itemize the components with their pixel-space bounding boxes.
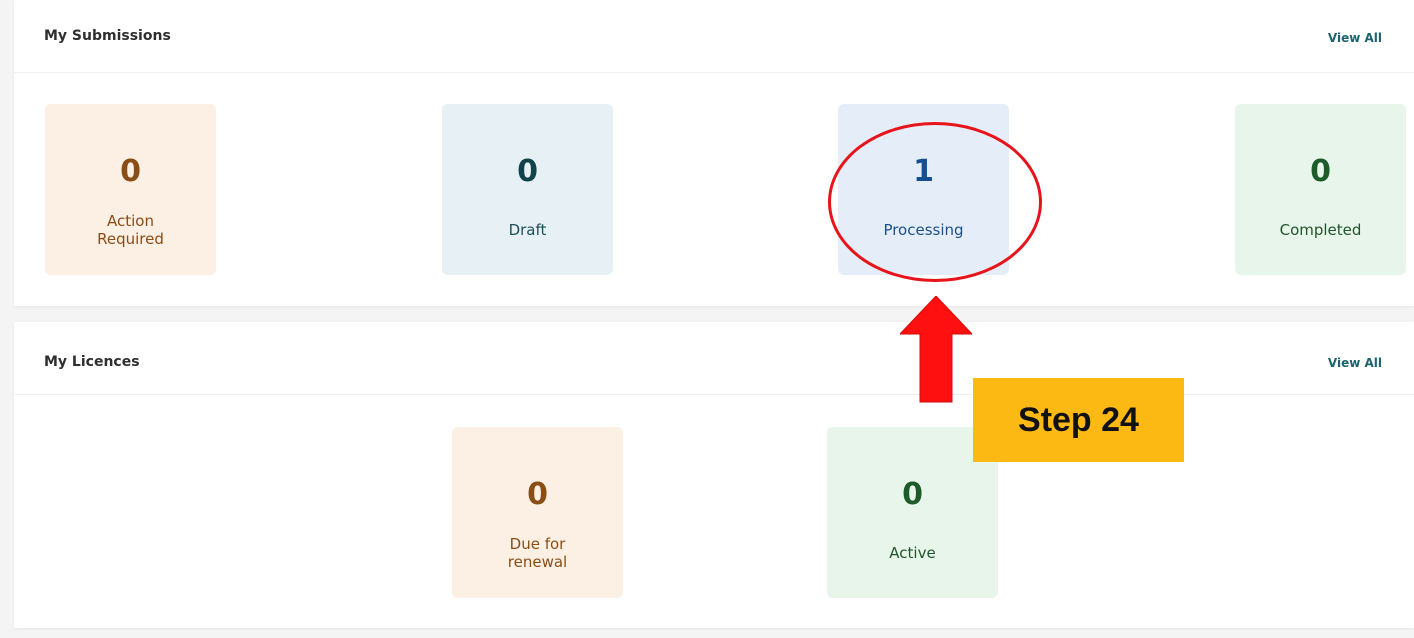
active-label: Active (889, 544, 936, 562)
my-submissions-panel: My Submissions View All 0 Action Require… (14, 0, 1414, 306)
due-for-renewal-count: 0 (527, 477, 548, 512)
completed-label: Completed (1279, 221, 1362, 239)
action-required-label: Action Required (97, 212, 164, 248)
completed-card[interactable]: 0 Completed (1235, 104, 1406, 275)
completed-count: 0 (1310, 154, 1331, 189)
draft-count: 0 (517, 154, 538, 189)
draft-card[interactable]: 0 Draft (442, 104, 613, 275)
up-arrow-icon (900, 296, 972, 403)
active-count: 0 (902, 477, 923, 512)
due-for-renewal-card[interactable]: 0 Due for renewal (452, 427, 623, 598)
action-required-count: 0 (120, 154, 141, 189)
draft-label: Draft (508, 221, 547, 239)
submissions-view-all-link[interactable]: View All (1328, 31, 1382, 45)
due-for-renewal-label: Due for renewal (507, 535, 568, 571)
my-licences-title: My Licences (44, 354, 140, 370)
action-required-card[interactable]: 0 Action Required (45, 104, 216, 275)
my-licences-header: My Licences View All (14, 322, 1414, 395)
my-submissions-title: My Submissions (44, 28, 171, 44)
my-submissions-header: My Submissions View All (14, 0, 1414, 73)
highlight-circle (828, 122, 1042, 282)
step-badge: Step 24 (973, 378, 1184, 462)
step-label: Step 24 (1018, 400, 1139, 439)
my-licences-panel: My Licences View All 0 Due for renewal 0… (14, 322, 1414, 628)
licences-view-all-link[interactable]: View All (1328, 356, 1382, 370)
